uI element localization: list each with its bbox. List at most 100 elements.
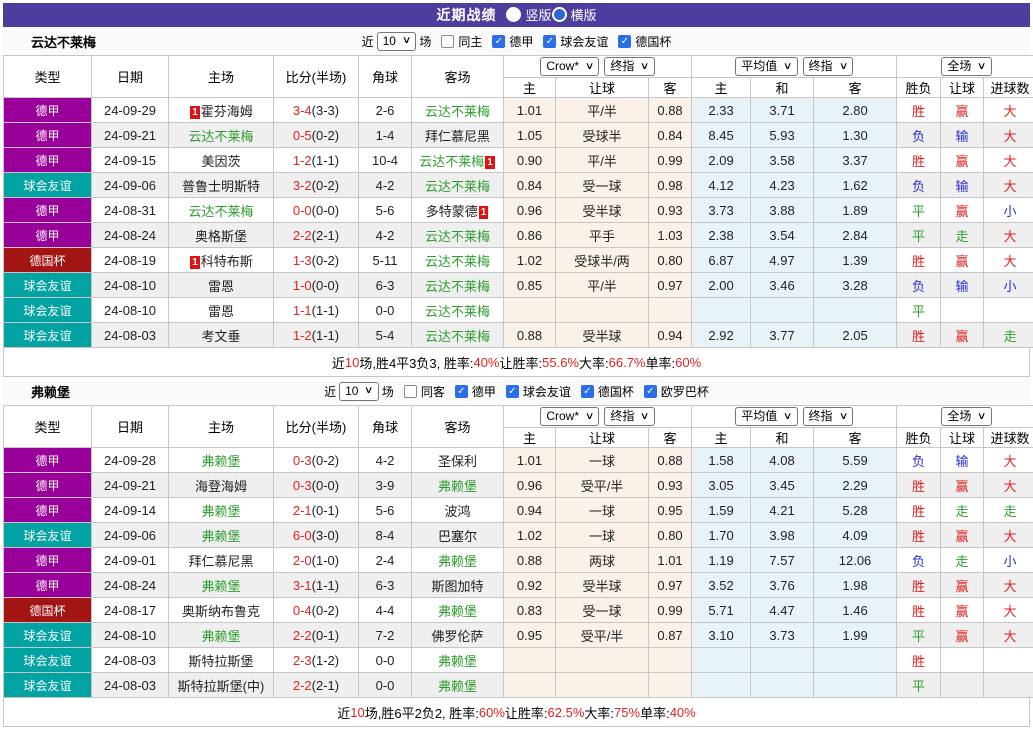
match-row: 德国杯24-08-17奥斯纳布鲁克0-4(0-2)4-4弗赖堡0.83受一球0.… [4, 598, 1033, 623]
corners: 3-9 [359, 473, 412, 498]
avg-time-select[interactable]: 终指∨ [803, 407, 853, 426]
result-goals: 大 [984, 623, 1033, 648]
away-team: 云达不莱梅 [412, 223, 504, 248]
corners: 10-4 [359, 148, 412, 173]
league-badge: 德甲 [4, 573, 92, 598]
match-count-select[interactable]: 10∨ [339, 382, 379, 401]
handicap-line: 受半球 [556, 198, 649, 223]
league-filter-checkbox[interactable]: ✓ [618, 35, 631, 48]
chevron-down-icon: ∨ [640, 62, 650, 72]
away-team: 巴塞尔 [412, 523, 504, 548]
result-handicap: 赢 [941, 623, 984, 648]
league-filter-checkbox[interactable]: ✓ [644, 385, 657, 398]
result-goals [984, 298, 1033, 323]
same-venue-checkbox[interactable] [404, 385, 417, 398]
radio-icon[interactable] [506, 7, 521, 22]
match-row: 德甲24-08-31云达不莱梅0-0(0-0)5-6多特蒙德10.96受半球0.… [4, 198, 1033, 223]
away-team-name: 弗赖堡 [438, 679, 477, 694]
handicap-line: 受平/半 [556, 623, 649, 648]
league-filter-checkbox[interactable]: ✓ [506, 385, 519, 398]
result-handicap: 走 [941, 498, 984, 523]
corners: 6-3 [359, 273, 412, 298]
result-handicap: 赢 [941, 148, 984, 173]
bookmaker-select[interactable]: Crow*∨ [540, 407, 599, 426]
period-select[interactable]: 全场∨ [941, 57, 991, 76]
result-handicap: 赢 [941, 573, 984, 598]
handicap-home-odds: 0.96 [504, 473, 556, 498]
handicap-away-odds: 0.80 [649, 523, 692, 548]
match-count-select[interactable]: 10∨ [377, 32, 417, 51]
same-venue-checkbox[interactable] [441, 35, 454, 48]
radio-icon[interactable] [552, 7, 567, 22]
column-subheader: 客 [649, 78, 692, 98]
match-score: 1-0(0-0) [274, 273, 359, 298]
home-team-name: 斯特拉斯堡(中) [178, 679, 265, 694]
layout-radio-option[interactable]: 横版 [552, 5, 597, 24]
avg-time-select[interactable]: 终指∨ [803, 57, 853, 76]
home-team-name: 弗赖堡 [201, 454, 240, 469]
column-header: 客场 [412, 56, 504, 98]
result-outcome: 平 [897, 623, 941, 648]
summary-text: 场,胜4平3负3, 胜率: [359, 353, 473, 372]
result-handicap: 赢 [941, 523, 984, 548]
away-team: 佛罗伦萨 [412, 623, 504, 648]
avg-away-odds [814, 648, 897, 673]
halftime-score: (2-1) [312, 678, 339, 693]
avg-source-select[interactable]: 平均值∨ [735, 407, 797, 426]
result-goals: 大 [984, 98, 1033, 123]
halftime-score: (0-2) [312, 603, 339, 618]
league-filter-checkbox[interactable]: ✓ [581, 385, 594, 398]
avg-home-odds: 2.92 [692, 323, 751, 348]
league-filter-checkbox[interactable]: ✓ [543, 35, 556, 48]
avg-draw-odds [751, 648, 814, 673]
avg-home-odds [692, 648, 751, 673]
league-filter-label: 德国杯 [598, 383, 634, 400]
select-value: Crow* [546, 59, 579, 74]
handicap-home-odds: 0.94 [504, 498, 556, 523]
avg-home-odds: 4.12 [692, 173, 751, 198]
handicap-away-odds: 0.80 [649, 248, 692, 273]
away-team-name: 云达不莱梅 [419, 154, 484, 169]
result-goals [984, 648, 1033, 673]
bookmaker-select[interactable]: Crow*∨ [540, 57, 599, 76]
avg-draw-odds: 5.93 [751, 123, 814, 148]
layout-radio-option[interactable]: 竖版 [506, 5, 551, 24]
odds-time-select[interactable]: 终指∨ [604, 407, 654, 426]
avg-away-odds [814, 298, 897, 323]
handicap-line: 平/半 [556, 148, 649, 173]
section-controls: 弗赖堡近10∨场同客✓德甲✓球会友谊✓德国杯✓欧罗巴杯 [3, 377, 1030, 405]
result-handicap: 走 [941, 548, 984, 573]
period-select[interactable]: 全场∨ [941, 407, 991, 426]
halftime-score: (1-1) [312, 153, 339, 168]
odds-time-select[interactable]: 终指∨ [604, 57, 654, 76]
handicap-away-odds: 0.97 [649, 573, 692, 598]
handicap-away-odds: 0.93 [649, 198, 692, 223]
team-name: 弗赖堡 [31, 382, 70, 401]
match-row: 球会友谊24-08-03斯特拉斯堡(中)2-2(2-1)0-0弗赖堡平 [4, 673, 1033, 698]
avg-source-select[interactable]: 平均值∨ [735, 57, 797, 76]
away-team-name: 弗赖堡 [438, 604, 477, 619]
fulltime-score: 2-0 [293, 553, 312, 568]
rank-badge: 1 [485, 156, 495, 169]
away-team-name: 云达不莱梅 [425, 229, 490, 244]
avg-away-odds: 2.29 [814, 473, 897, 498]
column-header: 角球 [359, 406, 412, 448]
result-handicap: 赢 [941, 473, 984, 498]
stats-summary: 近10场,胜6平2负2, 胜率:60% 让胜率:62.5% 大率:75% 单率:… [3, 698, 1030, 727]
league-filter-checkbox[interactable]: ✓ [455, 385, 468, 398]
stats-summary: 近10场,胜4平3负3, 胜率:40% 让胜率:55.6% 大率:66.7% 单… [3, 348, 1030, 377]
avg-draw-odds: 4.08 [751, 448, 814, 473]
league-filter-checkbox[interactable]: ✓ [492, 35, 505, 48]
handicap-away-odds: 1.01 [649, 548, 692, 573]
select-value: 终指 [809, 59, 833, 74]
match-row: 德甲24-09-15美因茨1-2(1-1)10-4云达不莱梅10.90平/半0.… [4, 148, 1033, 173]
home-team-name: 拜仁慕尼黑 [188, 554, 253, 569]
summary-text: 10 [345, 355, 359, 370]
match-date: 24-09-21 [92, 123, 169, 148]
team-section: 弗赖堡近10∨场同客✓德甲✓球会友谊✓德国杯✓欧罗巴杯类型日期主场比分(半场)角… [3, 377, 1030, 727]
result-goals: 大 [984, 173, 1033, 198]
handicap-home-odds: 1.02 [504, 523, 556, 548]
avg-draw-odds: 3.58 [751, 148, 814, 173]
league-badge: 德甲 [4, 548, 92, 573]
away-team-name: 云达不莱梅 [425, 104, 490, 119]
